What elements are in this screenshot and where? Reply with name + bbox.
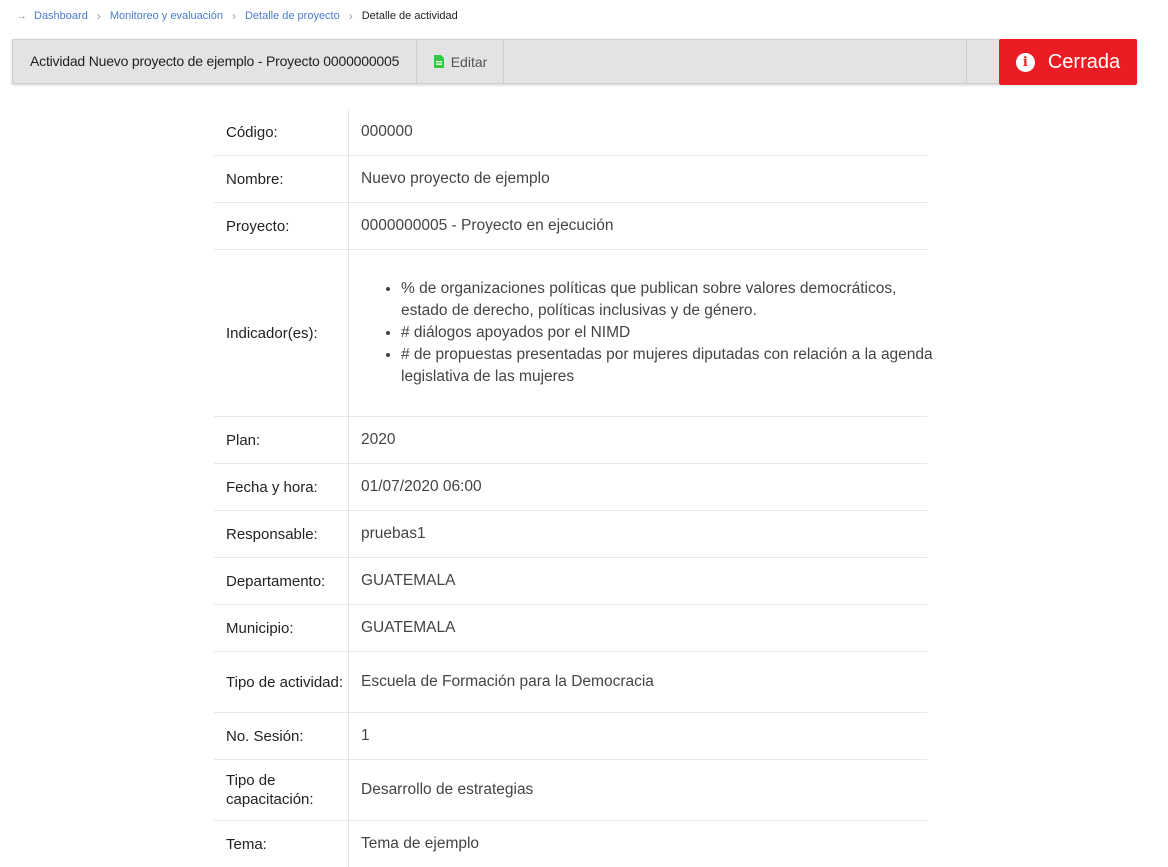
- breadcrumb-current: Detalle de actividad: [361, 10, 458, 22]
- detail-label: Indicador(es):: [214, 250, 349, 416]
- detail-label: No. Sesión:: [214, 713, 349, 759]
- detail-value: Tema de ejemplo: [361, 835, 480, 852]
- detail-row-fecha: Fecha y hora: 01/07/2020 06:00: [214, 464, 927, 511]
- toolbar-divider: [966, 40, 967, 83]
- chevron-right-icon: ›: [348, 9, 353, 23]
- detail-value: 0000000005 - Proyecto en ejecución: [361, 217, 614, 234]
- activity-toolbar: Actividad Nuevo proyecto de ejemplo - Pr…: [12, 39, 1137, 84]
- breadcrumb-monitoreo-link[interactable]: Monitoreo y evaluación: [110, 10, 223, 22]
- toolbar-divider: [503, 40, 504, 83]
- detail-row-departamento: Departamento: GUATEMALA: [214, 558, 927, 605]
- detail-label: Tipo de actividad:: [214, 652, 349, 712]
- detail-value: GUATEMALA: [361, 619, 456, 636]
- detail-value: 01/07/2020 06:00: [361, 478, 482, 495]
- detail-value: Desarrollo de estrategias: [361, 781, 534, 798]
- status-closed-button[interactable]: i Cerrada: [999, 39, 1137, 85]
- detail-row-tipo-capacitacion: Tipo de capacitación: Desarrollo de estr…: [214, 760, 927, 821]
- activity-details-table: Código: 000000 Nombre: Nuevo proyecto de…: [214, 109, 933, 867]
- breadcrumb-detalle-proyecto-link[interactable]: Detalle de proyecto: [245, 10, 340, 22]
- toolbar-divider: [416, 40, 417, 83]
- detail-row-nombre: Nombre: Nuevo proyecto de ejemplo: [214, 156, 927, 203]
- detail-label: Nombre:: [214, 156, 349, 202]
- detail-value: Escuela de Formación para la Democracia: [361, 673, 654, 690]
- chevron-right-icon: ›: [231, 9, 236, 23]
- detail-row-responsable: Responsable: pruebas1: [214, 511, 927, 558]
- status-label: Cerrada: [1047, 50, 1121, 73]
- detail-row-plan: Plan: 2020: [214, 417, 927, 464]
- detail-label: Responsable:: [214, 511, 349, 557]
- file-icon: [433, 55, 444, 68]
- breadcrumb-dashboard-link[interactable]: Dashboard: [34, 10, 88, 22]
- detail-row-tipo-actividad: Tipo de actividad: Escuela de Formación …: [214, 652, 927, 713]
- info-icon: i: [1015, 52, 1035, 72]
- detail-value: Nuevo proyecto de ejemplo: [361, 170, 550, 187]
- chevron-right-icon: ›: [96, 9, 101, 23]
- detail-row-municipio: Municipio: GUATEMALA: [214, 605, 927, 652]
- page-title: Actividad Nuevo proyecto de ejemplo - Pr…: [30, 53, 400, 69]
- breadcrumb: → Dashboard › Monitoreo y evaluación › D…: [16, 8, 458, 24]
- detail-label: Tema:: [214, 821, 349, 867]
- detail-row-proyecto: Proyecto: 0000000005 - Proyecto en ejecu…: [214, 203, 927, 250]
- detail-row-tema: Tema: Tema de ejemplo: [214, 821, 927, 867]
- list-item: % de organizaciones políticas que public…: [401, 278, 941, 322]
- detail-value: pruebas1: [361, 525, 426, 542]
- arrow-right-icon: →: [16, 10, 27, 22]
- indicator-list: % de organizaciones políticas que public…: [361, 278, 941, 388]
- detail-value: 000000: [361, 123, 413, 140]
- list-item: # de propuestas presentadas por mujeres …: [401, 344, 941, 388]
- detail-label: Departamento:: [214, 558, 349, 604]
- list-item: # diálogos apoyados por el NIMD: [401, 322, 941, 344]
- detail-label: Plan:: [214, 417, 349, 463]
- detail-value: % de organizaciones políticas que public…: [349, 250, 941, 416]
- detail-value: GUATEMALA: [361, 572, 456, 589]
- detail-label: Fecha y hora:: [214, 464, 349, 510]
- detail-value: 1: [361, 727, 370, 744]
- detail-row-indicadores: Indicador(es): % de organizaciones polít…: [214, 250, 933, 417]
- detail-label: Tipo de capacitación:: [214, 760, 349, 820]
- detail-row-codigo: Código: 000000: [214, 109, 927, 156]
- detail-value: 2020: [361, 431, 396, 448]
- detail-label: Municipio:: [214, 605, 349, 651]
- edit-button[interactable]: Editar: [418, 40, 503, 83]
- edit-button-label: Editar: [450, 53, 488, 70]
- detail-label: Proyecto:: [214, 203, 349, 249]
- detail-row-sesion: No. Sesión: 1: [214, 713, 927, 760]
- detail-label: Código:: [214, 109, 349, 155]
